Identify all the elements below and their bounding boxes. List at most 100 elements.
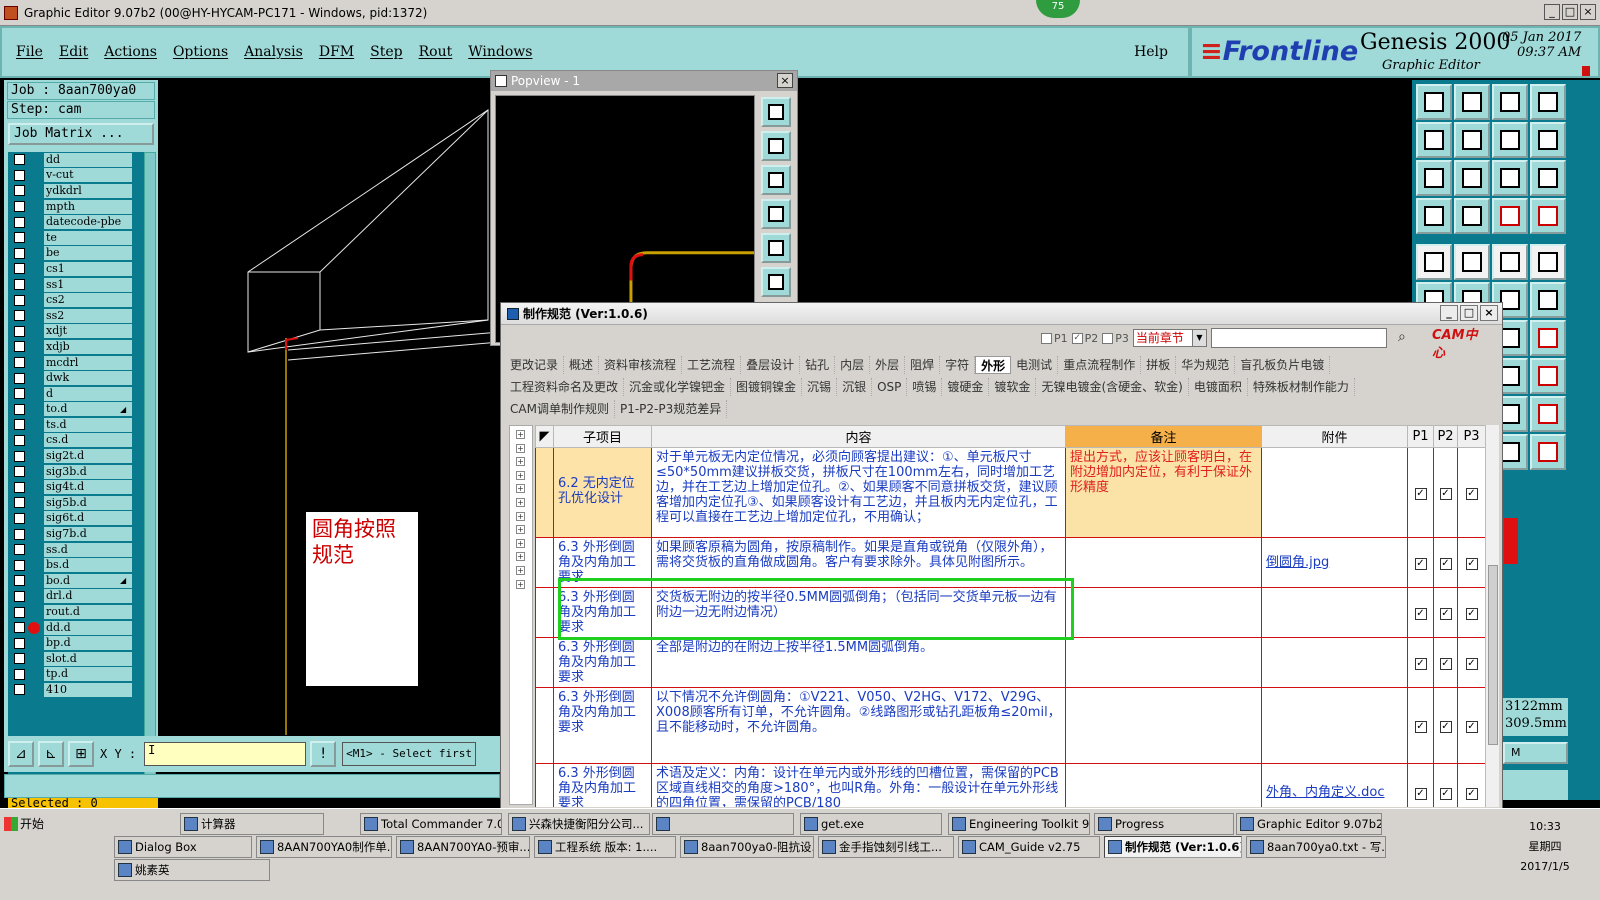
tab-tabs_row2-9[interactable]: 无镍电镀金(含硬金、软金) (1036, 378, 1189, 396)
tab-tabs_row2-5[interactable]: OSP (872, 378, 908, 396)
layer-row[interactable]: drl.d (8, 589, 144, 605)
tree-expand-icon[interactable]: + (516, 579, 525, 589)
layer-name[interactable]: drl.d (44, 589, 132, 604)
tab-tabs_row2-8[interactable]: 镀软金 (989, 378, 1037, 396)
layer-name[interactable]: xdjt (44, 324, 132, 339)
layer-row[interactable]: to.d ◢ (8, 402, 144, 418)
layer-checkbox[interactable] (14, 154, 25, 166)
menu-actions[interactable]: Actions (104, 44, 157, 60)
layer-row[interactable]: sig7b.d (8, 526, 144, 542)
layer-row[interactable]: 410 (8, 682, 144, 698)
menu-analysis[interactable]: Analysis (244, 44, 303, 60)
layer-name[interactable]: xdjb (44, 339, 132, 354)
tree-expand-icon[interactable]: + (516, 470, 525, 480)
tab-tabs_row1-0[interactable]: 更改记录 (505, 356, 565, 374)
layer-row[interactable]: dd.d (8, 620, 144, 636)
layer-row[interactable]: ss2 (8, 308, 144, 324)
p1-checkbox[interactable]: ✓ (1414, 608, 1427, 620)
spec-close-button[interactable]: × (1480, 305, 1498, 321)
taskbar-item[interactable]: 制作规范 (Ver:1.0.6) (1104, 836, 1242, 858)
tab-tabs_row1-12[interactable]: 重点流程制作 (1058, 356, 1142, 374)
pad-icon[interactable] (1416, 244, 1452, 280)
layer-checkbox[interactable] (14, 372, 25, 384)
menu-options[interactable]: Options (173, 44, 228, 60)
tab-tabs_row2-11[interactable]: 特殊板材制作能力 (1248, 378, 1355, 396)
layer-checkbox[interactable] (14, 575, 25, 587)
layer-name[interactable]: to.d (44, 402, 132, 417)
row-marker[interactable] (535, 687, 554, 764)
taskbar-item[interactable]: 金手指蚀刻引线工... (818, 836, 954, 858)
measure-icon[interactable]: ⊾ (38, 741, 64, 767)
layer-row[interactable]: ts.d (8, 417, 144, 433)
tab-tabs_row2-4[interactable]: 沉银 (837, 378, 873, 396)
right-box-icon[interactable] (1454, 122, 1490, 158)
tab-tabs_row1-10[interactable]: 外形 (975, 356, 1012, 374)
layer-checkbox[interactable] (14, 216, 25, 228)
taskbar-item[interactable] (652, 813, 794, 835)
tab-tabs_row3-1[interactable]: P1-P2-P3规范差异 (615, 400, 728, 418)
fit-icon[interactable] (1416, 160, 1452, 196)
ratio-icon[interactable] (1492, 160, 1528, 196)
header-p3[interactable]: P3 (1457, 425, 1485, 448)
tab-tabs_row1-15[interactable]: 盲孔板负片电镀 (1235, 356, 1331, 374)
cell-p1[interactable]: ✓ (1407, 537, 1434, 588)
layer-checkbox[interactable] (14, 668, 25, 680)
p1-checkbox[interactable]: ✓ (1414, 488, 1427, 500)
layer-row[interactable]: mcdrl (8, 355, 144, 371)
p1-checkbox[interactable]: ✓ (1414, 788, 1427, 800)
layer-name[interactable]: ss2 (44, 308, 132, 323)
layer-row[interactable]: datecode-pbe (8, 214, 144, 230)
menu-step[interactable]: Step (370, 44, 402, 60)
layer-checkbox[interactable] (14, 169, 25, 181)
grid-b-icon[interactable] (1530, 198, 1566, 234)
row-marker[interactable] (535, 537, 554, 588)
layer-name[interactable]: rout.d (44, 605, 132, 620)
layer-checkbox[interactable] (14, 653, 25, 665)
popview-pan-up-icon[interactable] (761, 131, 791, 161)
layer-row[interactable]: ss.d (8, 542, 144, 558)
search-icon[interactable]: ⌕ (1391, 327, 1413, 349)
tree-expand-icon[interactable]: + (516, 511, 525, 521)
layer-row[interactable]: sig5b.d (8, 495, 144, 511)
grid-icon[interactable]: ⊞ (68, 741, 94, 767)
layer-name[interactable]: te (44, 230, 132, 245)
layer-row[interactable]: te (8, 230, 144, 246)
layer-row[interactable]: v-cut (8, 168, 144, 184)
table-row[interactable]: 6.3 外形倒圆角及内角加工要求 以下情况不允许倒圆角：①V221、V050、V2… (535, 687, 1485, 764)
layer-name[interactable]: sig7b.d (44, 527, 132, 542)
layer-name[interactable]: ydkdrl (44, 183, 132, 198)
cell-p2[interactable]: ✓ (1433, 687, 1458, 764)
layer-name[interactable]: cs.d (44, 433, 132, 448)
menu-file[interactable]: File (16, 44, 43, 60)
popview-pan-right-icon[interactable] (761, 233, 791, 263)
layer-name[interactable]: ss.d (44, 542, 132, 557)
layer-checkbox[interactable] (14, 201, 25, 213)
taskbar-item[interactable]: CAM_Guide v2.75 (958, 836, 1100, 858)
search-input[interactable] (1210, 328, 1387, 348)
p2-checkbox[interactable]: ✓ (1439, 608, 1452, 620)
p1-checkbox[interactable]: ✓ (1414, 558, 1427, 570)
layer-checkbox[interactable] (14, 481, 25, 493)
layer-checkbox[interactable] (14, 528, 25, 540)
header-sub[interactable]: 子项目 (553, 425, 652, 448)
help-icon[interactable] (1530, 160, 1566, 196)
tab-tabs_row1-1[interactable]: 概述 (564, 356, 600, 374)
cell-p1[interactable]: ✓ (1407, 447, 1434, 538)
flip-icon[interactable] (1492, 122, 1528, 158)
tab-tabs_row1-5[interactable]: 钻孔 (800, 356, 836, 374)
cell-attachment-link[interactable]: 外角、内角定义.doc (1261, 763, 1408, 807)
window-icon[interactable] (1530, 84, 1566, 120)
layer-checkbox[interactable] (14, 325, 25, 337)
layer-checkbox[interactable] (14, 466, 25, 478)
tree-expand-icon[interactable]: + (516, 484, 525, 494)
chapter-select[interactable]: 当前章节 ▼ (1132, 329, 1207, 347)
info-icon[interactable]: ! (310, 741, 337, 767)
popview-fit-icon[interactable] (761, 267, 791, 297)
tree-expand-icon[interactable]: + (516, 525, 525, 535)
menu-edit[interactable]: Edit (59, 44, 88, 60)
taskbar-item[interactable]: 8aan700ya0-阻抗设... (680, 836, 814, 858)
p3-checkbox[interactable]: ✓ (1465, 721, 1478, 733)
p2-checkbox[interactable]: ✓ (1439, 488, 1452, 500)
header-p2[interactable]: P2 (1433, 425, 1458, 448)
p2-checkbox[interactable]: ✓ (1439, 658, 1452, 670)
